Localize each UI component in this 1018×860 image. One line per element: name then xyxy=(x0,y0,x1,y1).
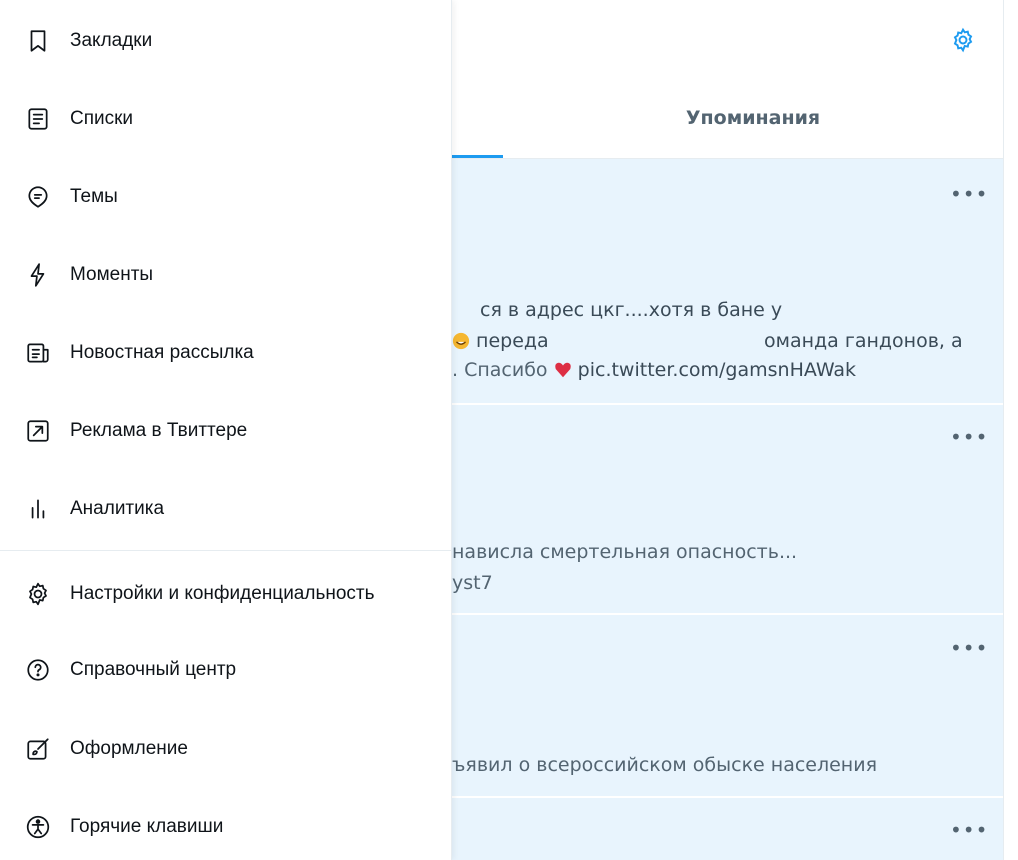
tweet-separator xyxy=(452,403,1003,405)
red-heart-emoji-icon xyxy=(554,360,572,382)
menu-item-twitter-ads[interactable]: Реклама в Твиттере xyxy=(0,392,452,470)
menu-item-label: Списки xyxy=(70,108,134,129)
tweet-text-line: нависла смертельная опасность... xyxy=(452,541,798,563)
tweet-text-fragment: . Спасибо xyxy=(452,359,548,381)
menu-item-keyboard-shortcuts[interactable]: Горячие клавиши xyxy=(0,788,452,860)
menu-item-label: Моменты xyxy=(70,264,154,285)
menu-item-moments[interactable]: Моменты xyxy=(0,236,452,314)
analytics-icon xyxy=(24,495,52,523)
menu-item-label: Новостная рассылка xyxy=(70,342,254,363)
external-arrow-icon xyxy=(24,417,52,445)
tweet-text-line: ъявил о всероссийском обыске населения xyxy=(452,754,878,776)
tweet-media-link[interactable]: pic.twitter.com/gamsnHAWak xyxy=(578,359,856,381)
bookmark-icon xyxy=(24,27,52,55)
menu-item-label: Горячие клавиши xyxy=(70,816,224,837)
menu-item-lists[interactable]: Списки xyxy=(0,80,452,158)
menu-item-label: Справочный центр xyxy=(70,659,237,680)
menu-item-bookmarks[interactable]: Закладки xyxy=(0,2,452,80)
more-menu: Закладки Списки Темы Моменты Новостная р… xyxy=(0,0,452,860)
menu-item-label: Темы xyxy=(70,186,118,207)
tab-mentions[interactable]: Упоминания xyxy=(503,0,1003,158)
menu-item-analytics[interactable]: Аналитика xyxy=(0,470,452,548)
lightning-icon xyxy=(24,261,52,289)
accessibility-icon xyxy=(24,813,52,841)
menu-item-display[interactable]: Оформление xyxy=(0,710,452,788)
tweet-text-line: yst7 xyxy=(452,572,493,594)
menu-item-label: Оформление xyxy=(70,738,188,759)
gear-icon xyxy=(24,580,52,608)
topics-icon xyxy=(24,183,52,211)
tab-mentions-label: Упоминания xyxy=(685,107,821,129)
tweet-text-fragment: переда xyxy=(476,330,549,352)
menu-item-label: Аналитика xyxy=(70,498,165,519)
tweet-more-button[interactable]: ••• xyxy=(950,820,987,840)
newsletter-icon xyxy=(24,339,52,367)
menu-item-label: Реклама в Твиттере xyxy=(70,420,248,441)
tweet-text-line: ся в адрес цкг....хотя в бане у xyxy=(480,299,783,321)
menu-item-label: Настройки и конфиденциальность xyxy=(70,583,375,604)
list-icon xyxy=(24,105,52,133)
tweet-more-button[interactable]: ••• xyxy=(950,184,987,204)
menu-item-help-center[interactable]: Справочный центр xyxy=(0,631,452,709)
menu-item-topics[interactable]: Темы xyxy=(0,158,452,236)
tweet-separator xyxy=(452,613,1003,615)
grinning-emoji-icon xyxy=(452,331,470,353)
menu-item-newsletters[interactable]: Новостная рассылка xyxy=(0,314,452,392)
menu-divider xyxy=(0,550,452,551)
menu-item-label: Закладки xyxy=(70,30,153,51)
tweet-more-button[interactable]: ••• xyxy=(950,638,987,658)
scrollbar-track[interactable] xyxy=(1003,0,1018,860)
help-icon xyxy=(24,656,52,684)
tweet-text-line: оманда гандонов, а xyxy=(764,330,963,352)
tweet-text-line: . Спасибо pic.twitter.com/gamsnHAWak xyxy=(452,359,856,382)
tweet-text-line: переда xyxy=(452,330,549,353)
brush-icon xyxy=(24,735,52,763)
menu-item-settings-privacy[interactable]: Настройки и конфиденциальность xyxy=(0,555,452,633)
tweet-more-button[interactable]: ••• xyxy=(950,427,987,447)
tweet-separator xyxy=(452,796,1003,798)
